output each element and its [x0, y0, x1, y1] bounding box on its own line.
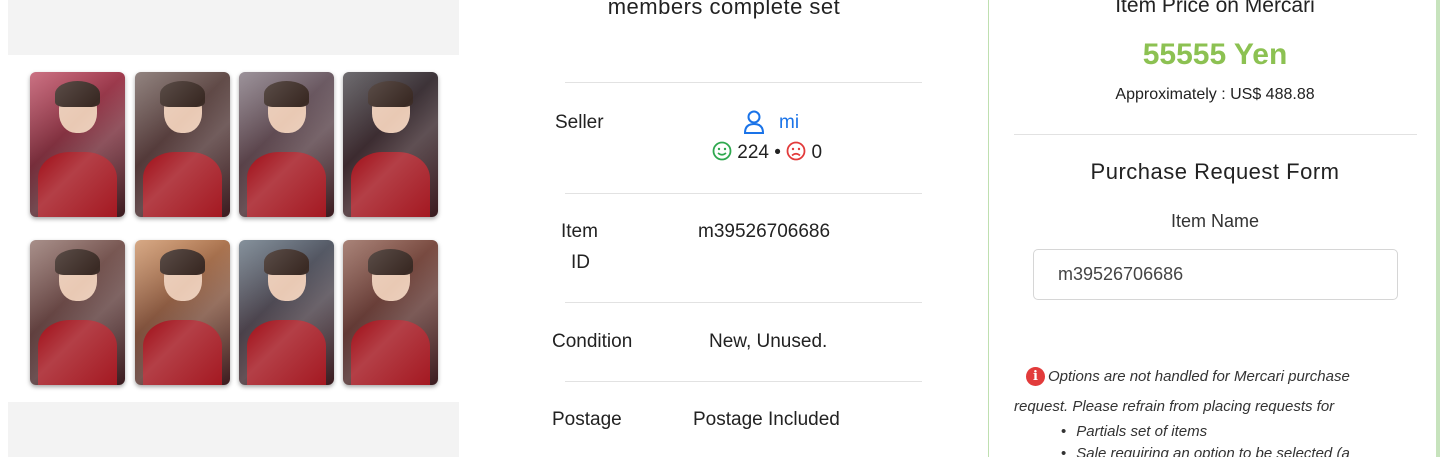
divider — [565, 381, 922, 382]
condition-value: New, Unused. — [709, 331, 828, 352]
photocard-5 — [30, 240, 125, 385]
item-title: members complete set — [607, 0, 841, 19]
info-icon: i — [1026, 367, 1045, 386]
photocard-2 — [135, 72, 230, 217]
divider — [565, 82, 922, 83]
notice-line1: Options are not handled for Mercari purc… — [1048, 368, 1350, 385]
form-title: Purchase Request Form — [1090, 159, 1340, 184]
approx-price: Approximately : US$ 488.88 — [1115, 86, 1315, 103]
positive-count: 224 — [737, 142, 769, 163]
condition-label: Condition — [552, 331, 633, 352]
item-id-value: m39526706686 — [698, 221, 831, 242]
divider — [1014, 134, 1417, 135]
photocard-3 — [239, 72, 334, 217]
divider — [565, 193, 922, 194]
photocard-8 — [343, 240, 438, 385]
seller-rating: 224 • 0 — [712, 141, 822, 164]
item-price: 55555 Yen — [1142, 38, 1288, 71]
panel-border — [1436, 0, 1440, 457]
item-details: members complete set Seller mi 224 • 0 I… — [460, 0, 988, 457]
item-name-input[interactable] — [1033, 249, 1398, 300]
item-id-label-line1: Item — [561, 221, 598, 242]
photocard-4 — [343, 72, 438, 217]
postage-label: Postage — [552, 409, 622, 430]
frown-icon — [786, 141, 806, 161]
notice-bullet: Sale requiring an option to be selected … — [1061, 443, 1350, 457]
price-heading: Item Price on Mercari — [1115, 0, 1315, 17]
photocard-6 — [135, 240, 230, 385]
rating-separator: • — [774, 142, 781, 163]
photocard-1 — [30, 72, 125, 217]
notice-line2: request. Please refrain from placing req… — [1014, 398, 1335, 415]
divider — [565, 302, 922, 303]
postage-value: Postage Included — [693, 409, 840, 430]
person-icon — [743, 110, 765, 134]
notice-bullet: Partials set of items — [1061, 421, 1350, 443]
notice-bullets: Partials set of items Sale requiring an … — [1061, 421, 1350, 457]
options-notice: i Options are not handled for Mercari pur… — [1014, 362, 1406, 422]
purchase-panel: Item Price on Mercari 55555 Yen Approxim… — [988, 0, 1440, 457]
product-gallery — [8, 0, 459, 457]
negative-count: 0 — [811, 142, 823, 163]
product-photo[interactable] — [8, 55, 459, 402]
seller-name-link[interactable]: mi — [779, 112, 799, 134]
smile-icon — [712, 141, 732, 161]
photocard-7 — [239, 240, 334, 385]
item-name-label: Item Name — [1170, 211, 1260, 231]
item-id-label-line2: ID — [571, 252, 590, 273]
seller-label: Seller — [555, 112, 604, 133]
